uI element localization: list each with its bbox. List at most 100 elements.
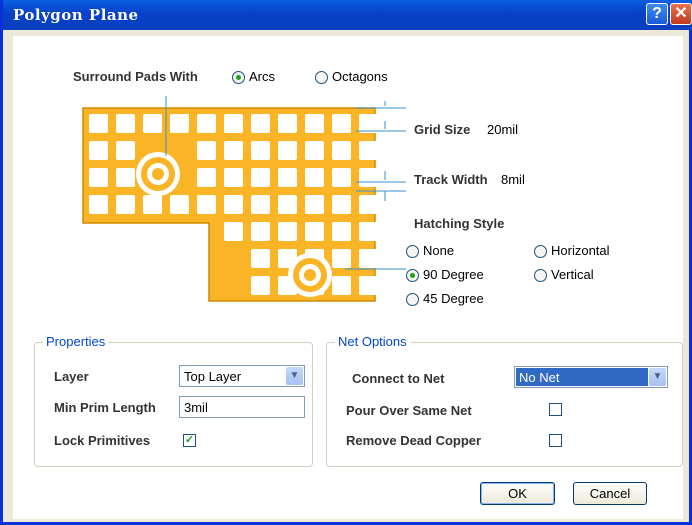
track-width-label: Track Width xyxy=(414,172,488,187)
hatch-cell xyxy=(305,114,324,133)
close-button[interactable]: ✕ xyxy=(670,3,692,25)
hatch-cell xyxy=(359,249,378,268)
radio-hatch-horizontal-label[interactable]: Horizontal xyxy=(551,243,610,258)
hatch-cell xyxy=(197,168,216,187)
hatch-cell xyxy=(143,114,162,133)
hatch-cell xyxy=(278,141,297,160)
layer-select[interactable]: Top Layer ▼ xyxy=(179,365,305,387)
hatch-cell xyxy=(251,168,270,187)
hatch-cell xyxy=(332,114,351,133)
pour-over-same-net-checkbox[interactable] xyxy=(549,403,562,416)
hatch-cell xyxy=(305,141,324,160)
radio-octagons[interactable] xyxy=(315,71,328,84)
hatch-cell xyxy=(89,114,108,133)
help-button[interactable]: ? xyxy=(646,3,668,25)
radio-arcs[interactable] xyxy=(232,71,245,84)
min-prim-length-label: Min Prim Length xyxy=(54,400,156,415)
surround-pads-label: Surround Pads With xyxy=(73,69,198,84)
radio-hatch-90[interactable] xyxy=(406,269,419,282)
hatch-cell xyxy=(170,114,189,133)
properties-group-title: Properties xyxy=(43,334,109,349)
radio-hatch-vertical[interactable] xyxy=(534,269,547,282)
hatch-cell xyxy=(278,168,297,187)
hatch-cell xyxy=(224,141,243,160)
hatch-cell xyxy=(332,276,351,295)
hatch-cell xyxy=(89,195,108,214)
hatch-cell xyxy=(278,195,297,214)
radio-hatch-90-label[interactable]: 90 Degree xyxy=(423,267,484,282)
hatch-cell xyxy=(332,195,351,214)
min-prim-length-input[interactable]: 3mil xyxy=(179,396,305,418)
hatch-cell xyxy=(116,195,135,214)
hatch-cell xyxy=(251,195,270,214)
remove-dead-copper-checkbox[interactable] xyxy=(549,434,562,447)
ok-button[interactable]: OK xyxy=(480,482,555,505)
layer-select-value: Top Layer xyxy=(184,369,242,384)
hatch-cell xyxy=(143,195,162,214)
hatch-cell xyxy=(332,249,351,268)
remove-dead-copper-label: Remove Dead Copper xyxy=(346,433,482,448)
grid-size-value: 20mil xyxy=(487,122,519,137)
hatch-cell xyxy=(170,195,189,214)
net-options-group: Net Options Connect to Net No Net ▼ Pour… xyxy=(326,334,683,467)
hatch-cell xyxy=(359,276,378,295)
radio-hatch-none-label[interactable]: None xyxy=(423,243,454,258)
hatch-cell xyxy=(224,168,243,187)
hatch-cell xyxy=(251,276,270,295)
hatch-cell xyxy=(359,168,378,187)
hatch-cell xyxy=(251,141,270,160)
hatch-cell xyxy=(197,195,216,214)
chevron-down-icon[interactable]: ▼ xyxy=(286,367,303,385)
hatch-cell xyxy=(359,195,378,214)
hatch-cell xyxy=(359,114,378,133)
hatch-cell xyxy=(359,141,378,160)
hatch-cell xyxy=(89,168,108,187)
title-bar[interactable]: Polygon Plane ? ✕ xyxy=(3,0,692,30)
track-width-value: 8mil xyxy=(501,172,525,187)
hatch-cell xyxy=(359,222,378,241)
pour-over-same-net-label: Pour Over Same Net xyxy=(346,403,472,418)
pad-left xyxy=(136,152,180,196)
connect-to-net-select[interactable]: No Net ▼ xyxy=(514,366,668,388)
hatch-cell xyxy=(332,222,351,241)
radio-arcs-label[interactable]: Arcs xyxy=(249,69,275,84)
hatch-cell xyxy=(224,114,243,133)
radio-octagons-label[interactable]: Octagons xyxy=(332,69,388,84)
lock-primitives-checkbox[interactable]: ✓ xyxy=(183,434,196,447)
hatch-cell xyxy=(278,114,297,133)
hatch-cell xyxy=(305,168,324,187)
hatch-cell xyxy=(116,114,135,133)
hatching-style-label: Hatching Style xyxy=(414,216,505,231)
chevron-down-icon[interactable]: ▼ xyxy=(649,368,666,386)
dialog-title: Polygon Plane xyxy=(13,6,139,24)
radio-hatch-horizontal[interactable] xyxy=(534,245,547,258)
dialog-window: Polygon Plane ? ✕ Surround Pads With Arc… xyxy=(0,0,692,525)
lock-primitives-label: Lock Primitives xyxy=(54,433,151,448)
hatch-cell xyxy=(116,141,135,160)
radio-hatch-45-label[interactable]: 45 Degree xyxy=(423,291,484,306)
grid-size-label: Grid Size xyxy=(414,122,471,137)
polygon-hatching-illustration xyxy=(82,96,406,302)
hatch-cell xyxy=(332,168,351,187)
radio-hatch-vertical-label[interactable]: Vertical xyxy=(551,267,594,282)
properties-group: Properties Layer Top Layer ▼ Min Prim Le… xyxy=(34,334,313,467)
radio-hatch-none[interactable] xyxy=(406,245,419,258)
net-options-group-title: Net Options xyxy=(335,334,410,349)
pad-right xyxy=(288,253,332,297)
dialog-body: Surround Pads With Arcs Octagons Grid Si… xyxy=(13,36,683,519)
hatch-cell xyxy=(89,141,108,160)
connect-to-net-label: Connect to Net xyxy=(352,371,445,386)
hatch-cell xyxy=(305,222,324,241)
hatch-cell xyxy=(197,141,216,160)
hatch-cell xyxy=(224,195,243,214)
hatch-cell xyxy=(251,114,270,133)
hatch-cell xyxy=(305,195,324,214)
cancel-button[interactable]: Cancel xyxy=(573,482,647,505)
hatch-cell xyxy=(197,114,216,133)
hatch-cell xyxy=(332,141,351,160)
hatch-cell xyxy=(278,222,297,241)
hatch-cell xyxy=(251,249,270,268)
radio-hatch-45[interactable] xyxy=(406,293,419,306)
connect-to-net-value: No Net xyxy=(516,368,648,386)
hatch-cell xyxy=(224,222,243,241)
